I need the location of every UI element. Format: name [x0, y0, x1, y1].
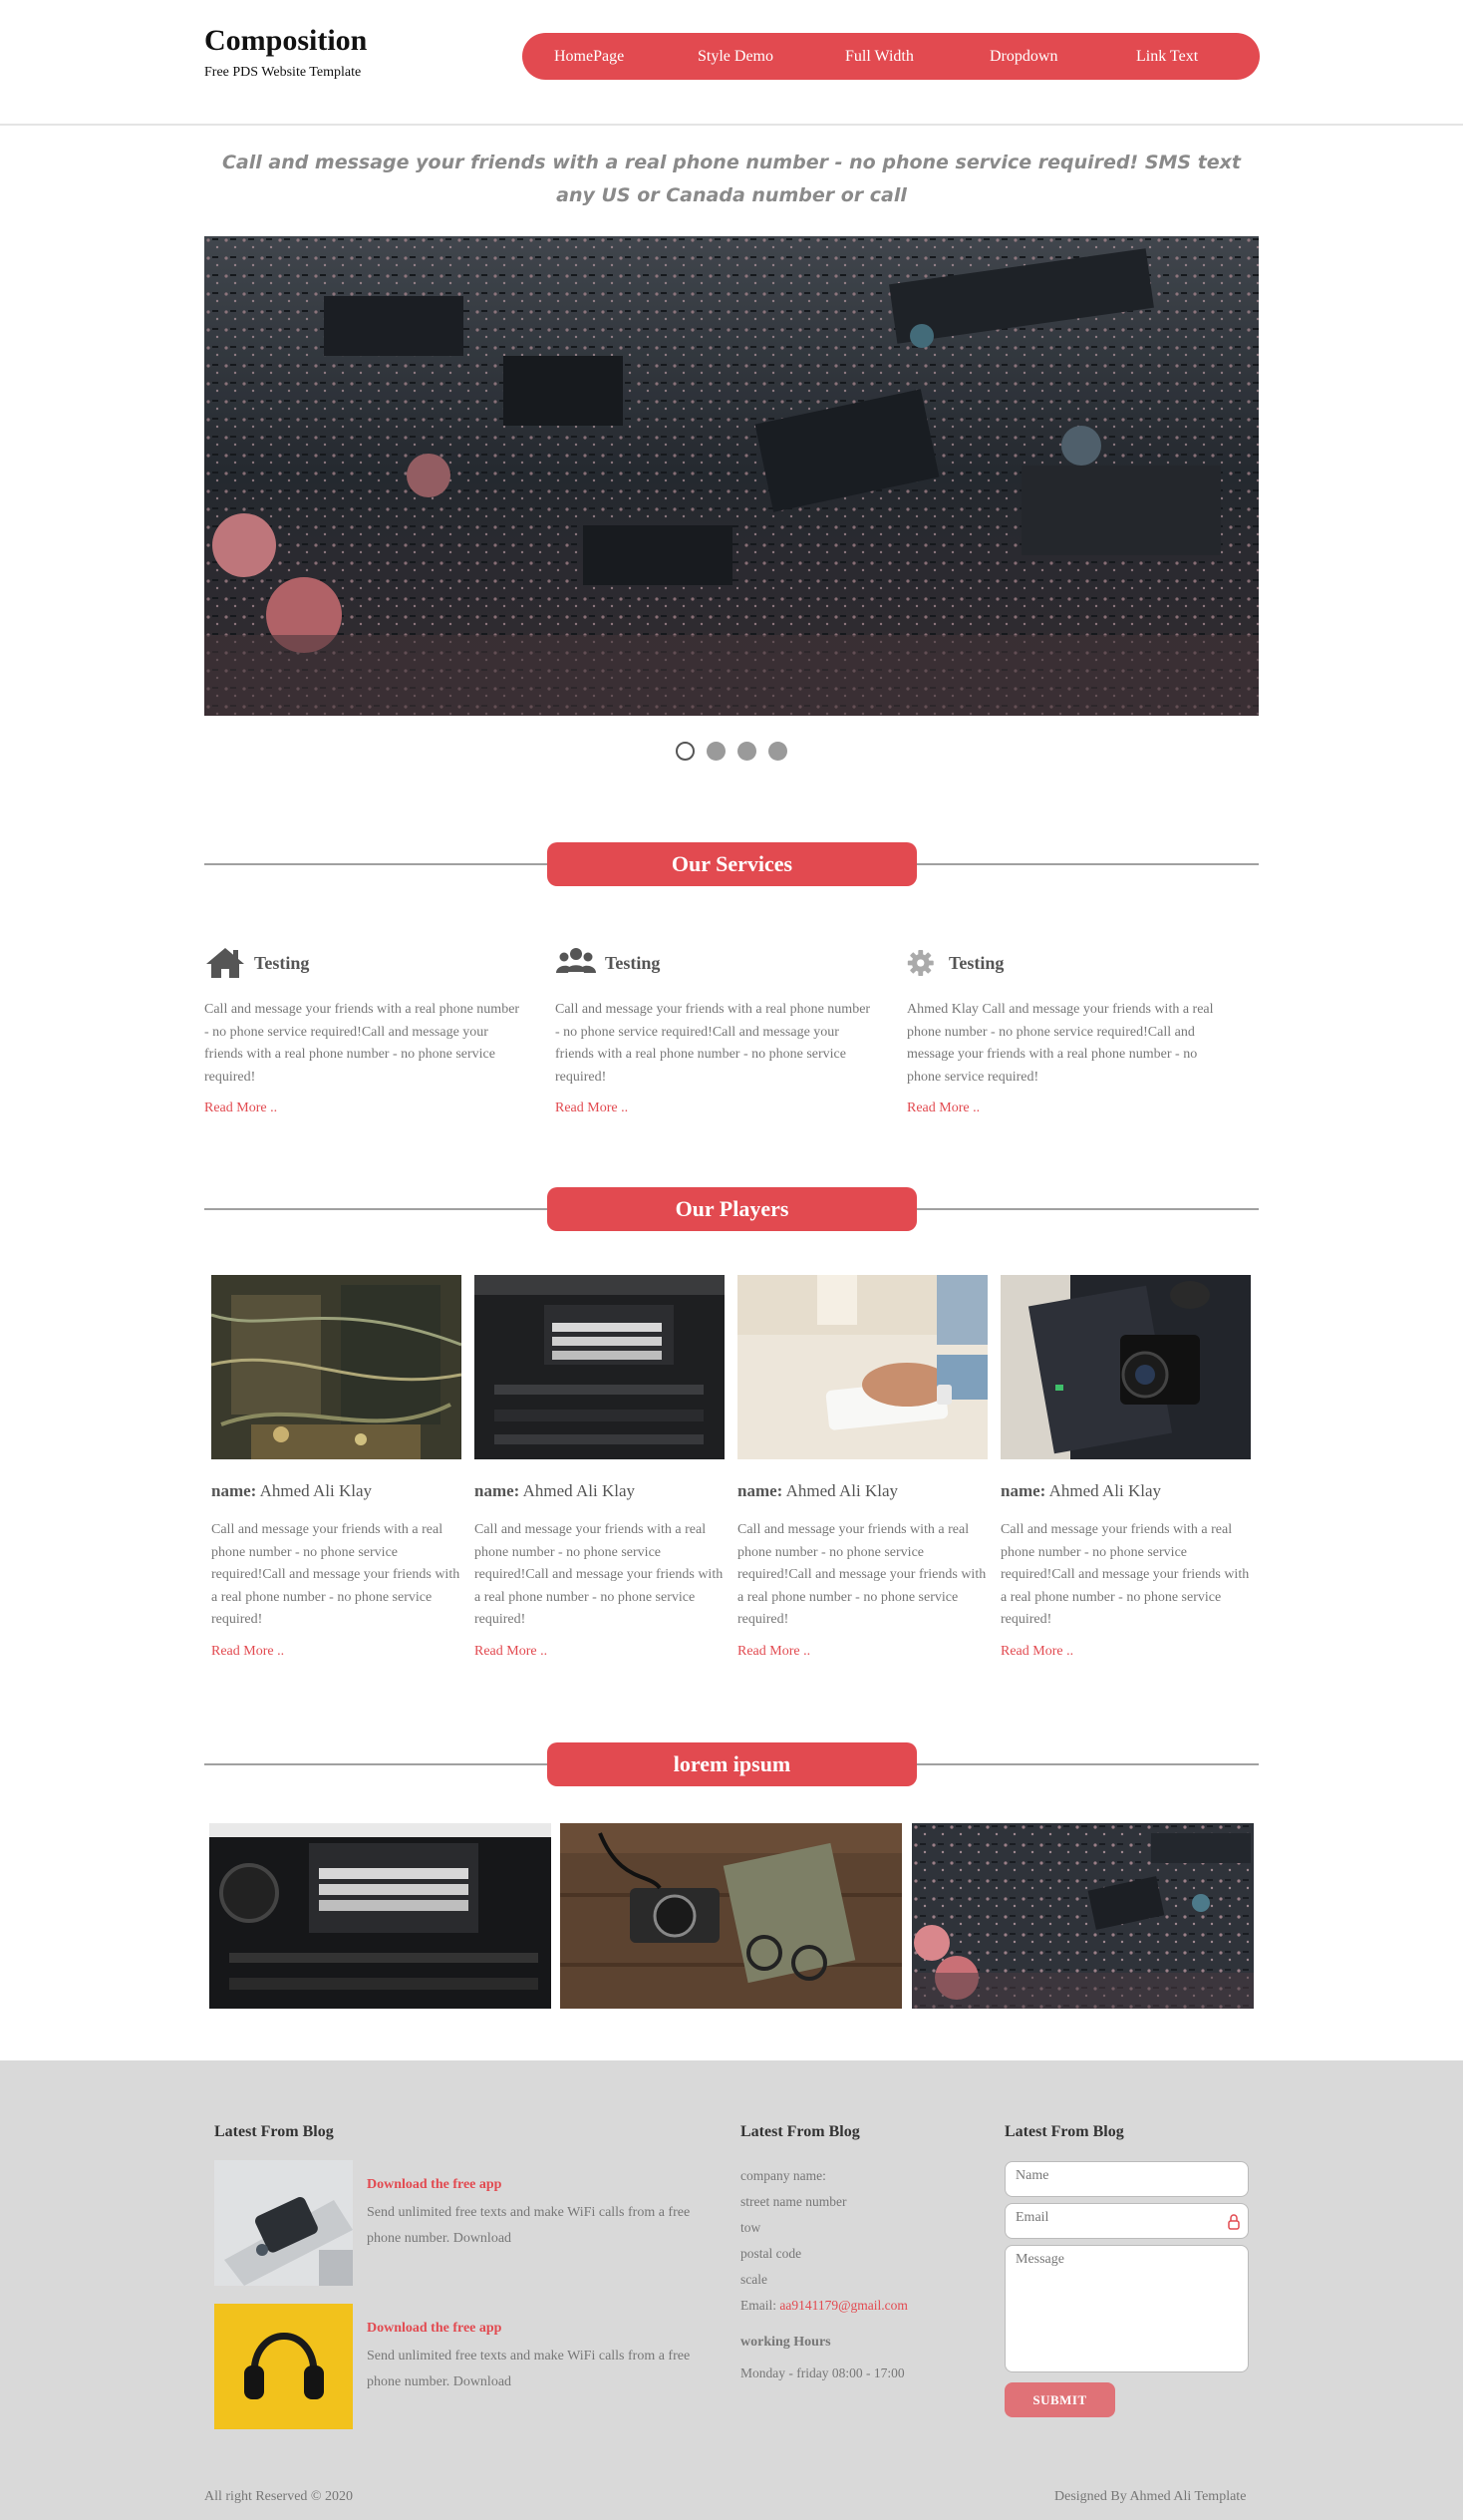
- read-more-link[interactable]: Read More ..: [211, 1644, 462, 1660]
- blog-post-title[interactable]: Download the free app: [367, 2321, 501, 2337]
- gear-icon: [907, 950, 934, 976]
- read-more-link[interactable]: Read More ..: [204, 1101, 525, 1116]
- nav-style-demo[interactable]: Style Demo: [698, 48, 845, 66]
- gallery-image[interactable]: [912, 1823, 1254, 2009]
- tagline: Call and message your friends with a rea…: [221, 152, 1242, 206]
- player-name-value: Ahmed Ali Klay: [785, 1481, 899, 1500]
- site-title[interactable]: Composition: [204, 24, 367, 58]
- nav-dropdown[interactable]: Dropdown: [990, 48, 1136, 66]
- hours-heading: working Hours: [740, 2335, 831, 2350]
- blog-post-text: Send unlimited free texts and make WiFi …: [367, 2205, 691, 2246]
- player-name: name: Ahmed Ali Klay: [737, 1481, 989, 1501]
- player-name-value: Ahmed Ali Klay: [1048, 1481, 1162, 1500]
- home-icon: [206, 948, 244, 978]
- services-section-header: Our Services: [204, 842, 1259, 886]
- players-heading: Our Players: [547, 1187, 917, 1231]
- email-label: Email:: [740, 2298, 776, 2313]
- message-textarea[interactable]: Message: [1005, 2245, 1249, 2372]
- nav-link-text[interactable]: Link Text: [1136, 48, 1198, 66]
- gallery-heading: lorem ipsum: [547, 1742, 917, 1786]
- service-text: Call and message your friends with a rea…: [204, 1002, 520, 1085]
- blog-post-text: Send unlimited free texts and make WiFi …: [367, 2349, 691, 2389]
- town: tow: [740, 2220, 761, 2235]
- email-link[interactable]: aa9141179@gmail.com: [779, 2298, 908, 2313]
- player-photo: [474, 1275, 725, 1459]
- gallery-image[interactable]: [209, 1823, 551, 2009]
- slider-dots: [0, 742, 1463, 766]
- player-name: name: Ahmed Ali Klay: [474, 1481, 726, 1501]
- slider-dot[interactable]: [737, 742, 756, 761]
- player-name-value: Ahmed Ali Klay: [259, 1481, 373, 1500]
- users-icon: [556, 948, 596, 973]
- read-more-link[interactable]: Read More ..: [474, 1644, 726, 1660]
- player-name-value: Ahmed Ali Klay: [522, 1481, 636, 1500]
- services-heading: Our Services: [547, 842, 917, 886]
- player-card: name: Ahmed Ali Klay Call and message yo…: [1001, 1275, 1252, 1660]
- site-subtitle: Free PDS Website Template: [204, 65, 362, 80]
- blog-heading: Latest From Blog: [214, 2123, 334, 2140]
- blog-post-title[interactable]: Download the free app: [367, 2177, 501, 2193]
- main-nav: HomePage Style Demo Full Width Dropdown …: [522, 33, 1260, 80]
- form-heading: Latest From Blog: [1005, 2123, 1124, 2140]
- player-name-label: name:: [211, 1481, 257, 1500]
- read-more-link[interactable]: Read More ..: [737, 1644, 989, 1660]
- blog-post-thumbnail[interactable]: [214, 2160, 353, 2286]
- service-card: Testing Call and message your friends wi…: [555, 945, 876, 1116]
- gallery-section-header: lorem ipsum: [204, 1742, 1259, 1786]
- hero-slide-image: [204, 236, 1259, 716]
- contact-heading: Latest From Blog: [740, 2123, 860, 2140]
- read-more-link[interactable]: Read More ..: [907, 1101, 1228, 1116]
- service-text: Ahmed Klay Call and message your friends…: [907, 1002, 1214, 1085]
- name-input[interactable]: Name: [1005, 2161, 1249, 2197]
- player-name-label: name:: [474, 1481, 520, 1500]
- player-name-label: name:: [737, 1481, 783, 1500]
- read-more-link[interactable]: Read More ..: [1001, 1644, 1252, 1660]
- player-photo: [737, 1275, 988, 1459]
- copyright-text: All right Reserved © 2020: [204, 2489, 354, 2504]
- player-name: name: Ahmed Ali Klay: [1001, 1481, 1252, 1501]
- player-name-label: name:: [1001, 1481, 1046, 1500]
- contact-info: company name: street name number tow pos…: [740, 2163, 908, 2319]
- nav-full-width[interactable]: Full Width: [845, 48, 990, 66]
- lock-icon: [1228, 2214, 1240, 2230]
- slider-dot[interactable]: [707, 742, 726, 761]
- player-card: name: Ahmed Ali Klay Call and message yo…: [211, 1275, 462, 1660]
- player-text: Call and message your friends with a rea…: [737, 1522, 987, 1627]
- blog-post-thumbnail[interactable]: [214, 2304, 353, 2429]
- player-card: name: Ahmed Ali Klay Call and message yo…: [737, 1275, 989, 1660]
- player-photo: [1001, 1275, 1251, 1459]
- company-name: company name:: [740, 2168, 826, 2183]
- postal-code: postal code: [740, 2246, 802, 2261]
- nav-homepage[interactable]: HomePage: [554, 48, 698, 66]
- slider-dot[interactable]: [768, 742, 787, 761]
- credit-text: Designed By Ahmed Ali Template: [1054, 2489, 1247, 2504]
- players-section-header: Our Players: [204, 1187, 1259, 1231]
- service-text: Call and message your friends with a rea…: [555, 1002, 871, 1085]
- service-card: Testing Call and message your friends wi…: [204, 945, 525, 1116]
- service-title: Testing: [605, 952, 661, 973]
- service-title: Testing: [254, 952, 310, 973]
- site-header: Composition Free PDS Website Template Ho…: [0, 0, 1463, 126]
- player-card: name: Ahmed Ali Klay Call and message yo…: [474, 1275, 726, 1660]
- player-text: Call and message your friends with a rea…: [211, 1522, 460, 1627]
- email-input[interactable]: Email: [1005, 2203, 1249, 2239]
- street-address: street name number: [740, 2194, 847, 2209]
- player-text: Call and message your friends with a rea…: [474, 1522, 724, 1627]
- email-line: Email: aa9141179@gmail.com: [740, 2293, 908, 2319]
- hours-text: Monday - friday 08:00 - 17:00: [740, 2365, 905, 2380]
- player-photo: [211, 1275, 461, 1459]
- scale: scale: [740, 2272, 767, 2287]
- email-placeholder: Email: [1016, 2210, 1049, 2225]
- player-name: name: Ahmed Ali Klay: [211, 1481, 462, 1501]
- service-card: Testing Ahmed Klay Call and message your…: [907, 945, 1228, 1116]
- read-more-link[interactable]: Read More ..: [555, 1101, 876, 1116]
- service-title: Testing: [949, 952, 1005, 973]
- slider-dot[interactable]: [676, 742, 695, 761]
- player-text: Call and message your friends with a rea…: [1001, 1522, 1250, 1627]
- gallery-image[interactable]: [560, 1823, 902, 2009]
- submit-button[interactable]: SUBMIT: [1005, 2382, 1115, 2417]
